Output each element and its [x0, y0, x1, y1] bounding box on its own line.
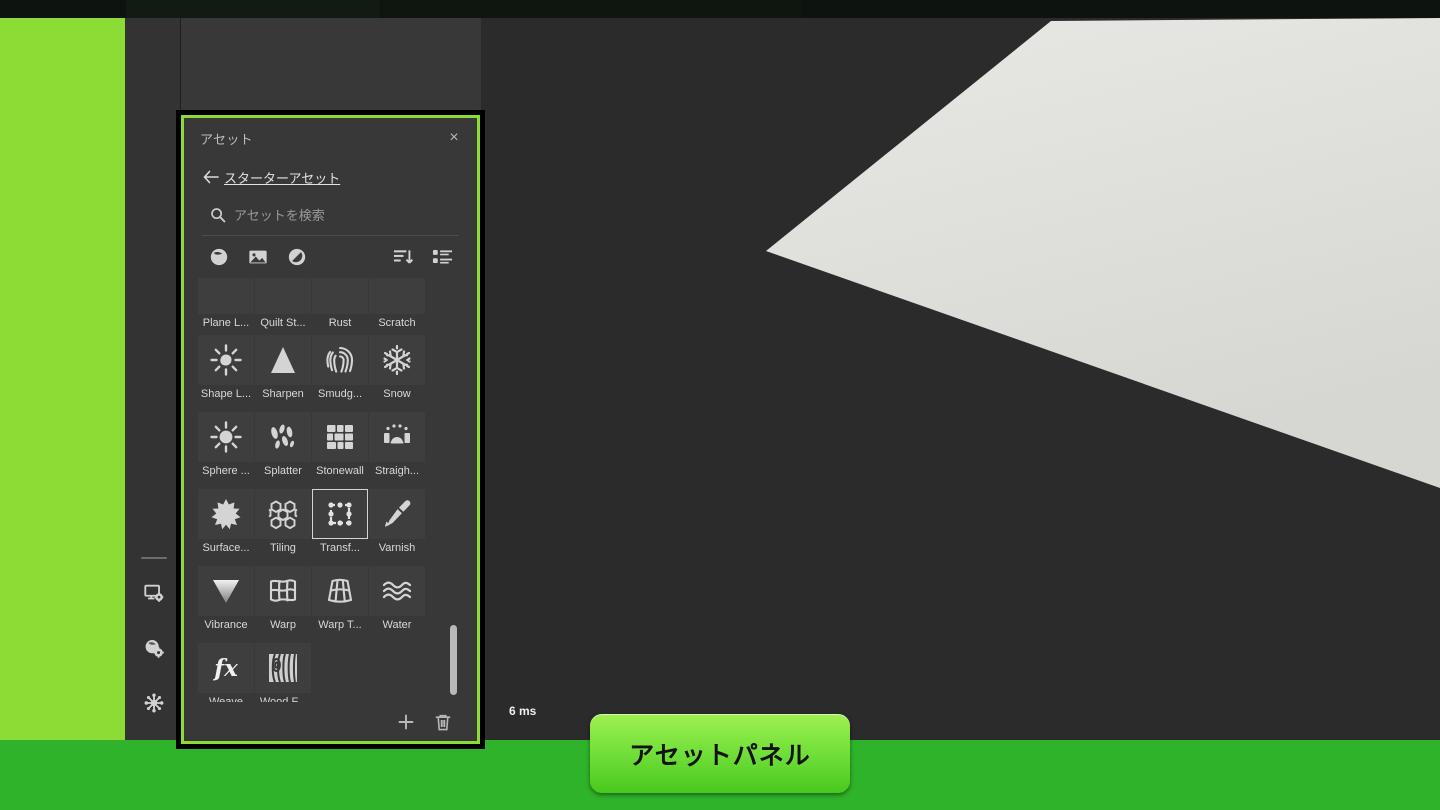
green-overlay-left: [0, 18, 125, 740]
node-graph-icon: [144, 693, 164, 713]
sidebar-item-node-graph[interactable]: [140, 689, 168, 717]
callout-label: アセットパネル: [629, 741, 811, 770]
callout-button-asset-panel[interactable]: アセットパネル: [590, 714, 850, 793]
left-tool-column: [125, 18, 181, 740]
display-settings-icon: [144, 584, 164, 602]
highlight-frame: [176, 110, 485, 749]
topbar-segment-1: [126, 0, 380, 18]
sidebar-item-display-settings[interactable]: [140, 579, 168, 607]
material-settings-icon: [145, 640, 164, 658]
screen-root: アセット × スターターアセット アセットを検索 Plane L... Quil…: [0, 0, 1440, 810]
sidebar-item-material-settings[interactable]: [140, 634, 168, 662]
sidebar-separator: [141, 557, 167, 559]
frame-time-status: 6 ms: [509, 704, 537, 718]
app-topbar: [0, 0, 1440, 18]
plane-mesh: [481, 18, 1440, 518]
topbar-segment-2: [382, 0, 802, 18]
highlight-frame-inner: [181, 115, 480, 744]
